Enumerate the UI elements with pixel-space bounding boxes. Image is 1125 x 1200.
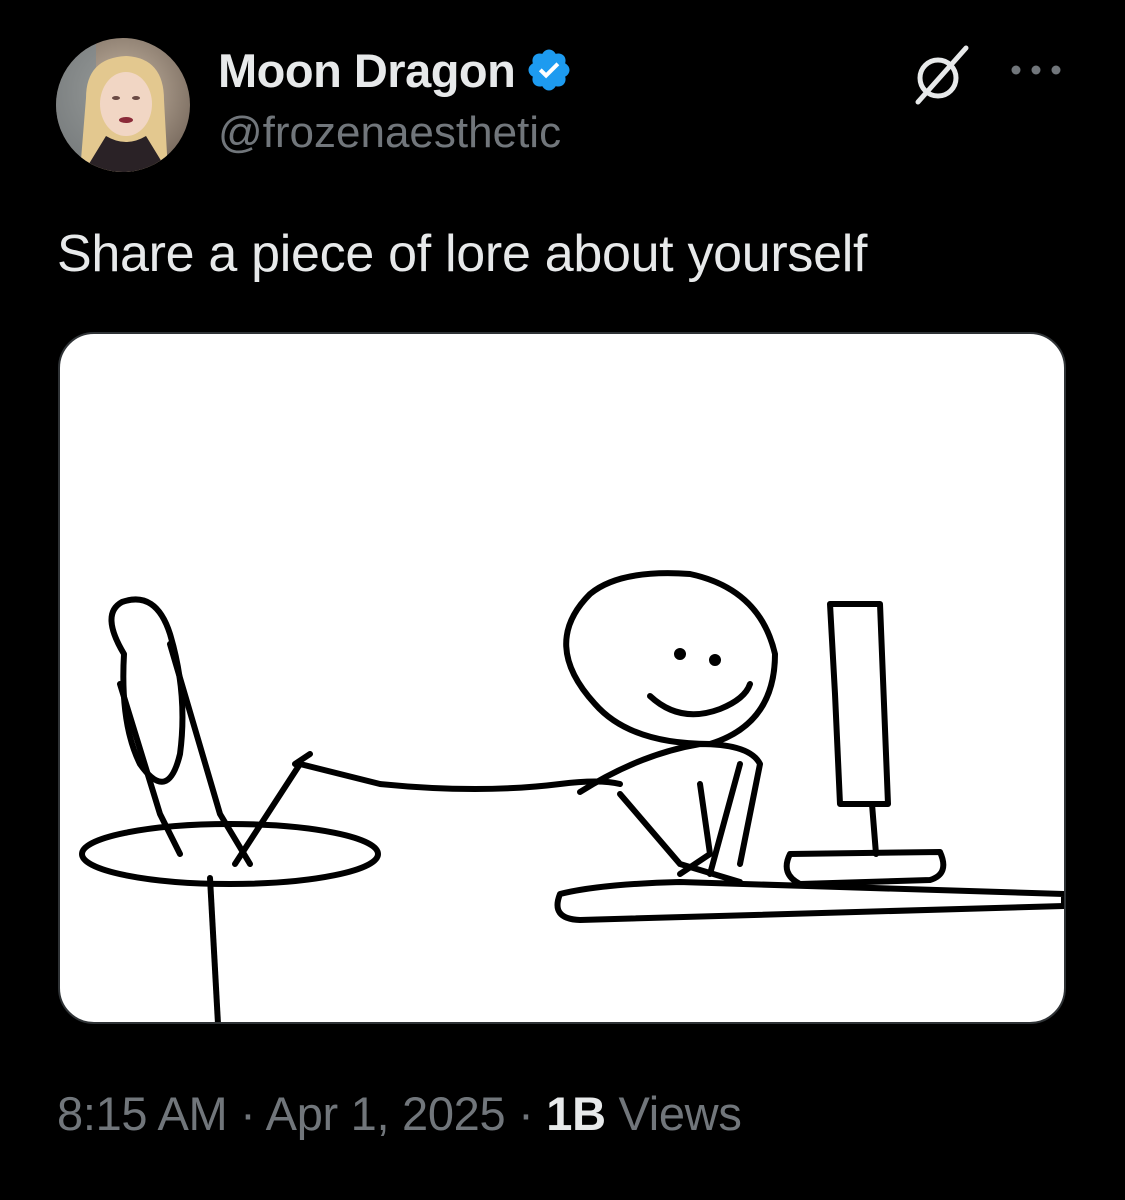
verified-badge-icon[interactable] — [525, 46, 573, 94]
tweet-text: Share a piece of lore about yourself — [57, 225, 868, 283]
tweet-media-image[interactable] — [58, 332, 1066, 1024]
display-name-row: Moon Dragon — [218, 40, 573, 100]
desk — [554, 879, 1064, 923]
tweet-date[interactable]: Apr 1, 2025 — [266, 1087, 506, 1140]
handle[interactable]: @frozenaesthetic — [218, 108, 573, 158]
separator: · — [240, 1087, 256, 1140]
monitor — [827, 601, 891, 807]
head — [563, 570, 778, 747]
avatar[interactable] — [56, 38, 190, 172]
tweet-time[interactable]: 8:15 AM — [57, 1087, 228, 1140]
body — [577, 741, 763, 867]
profile-photo-icon — [56, 38, 190, 172]
keyboard — [783, 849, 947, 887]
arm-line — [232, 761, 623, 867]
smile — [647, 681, 753, 718]
author-info: Moon Dragon @frozenaesthetic — [218, 40, 573, 158]
views-count: 1B — [546, 1087, 606, 1140]
display-name[interactable]: Moon Dragon — [218, 43, 516, 98]
stick-figure-drawing — [79, 570, 1064, 1022]
views-label: Views — [618, 1087, 742, 1140]
chair-leg — [207, 875, 221, 1022]
grok-icon[interactable] — [908, 42, 972, 106]
separator: · — [518, 1087, 534, 1140]
tweet-metadata: 8:15 AM · Apr 1, 2025 · 1B Views — [57, 1086, 742, 1141]
more-dots-icon[interactable] — [1004, 50, 1068, 90]
monitor-stand — [869, 801, 879, 857]
